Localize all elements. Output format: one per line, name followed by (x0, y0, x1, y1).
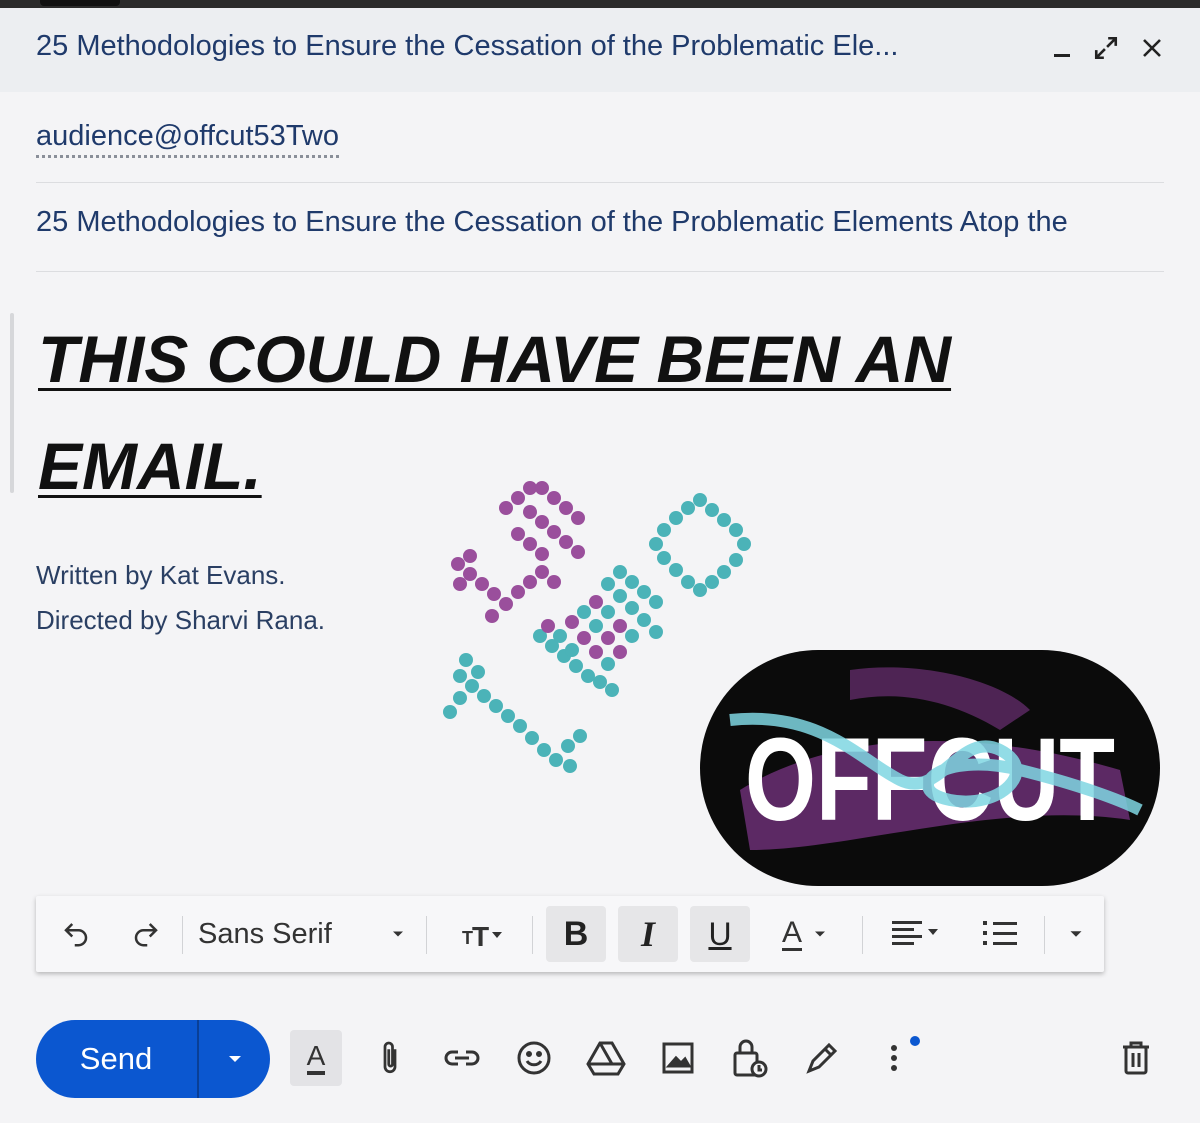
toolbar-separator (1044, 916, 1045, 954)
font-dropdown-icon (393, 931, 403, 937)
logo-purple-dots (451, 481, 585, 623)
close-icon[interactable] (1134, 30, 1170, 66)
align-icon[interactable] (878, 906, 954, 962)
undo-icon[interactable] (54, 906, 98, 962)
more-formatting-icon[interactable] (1056, 906, 1096, 962)
send-button[interactable]: Send (36, 1020, 196, 1098)
underline-icon[interactable]: U (690, 906, 750, 962)
trash-icon[interactable] (1110, 1030, 1162, 1086)
drive-icon[interactable] (580, 1030, 632, 1086)
toolbar-separator (426, 916, 427, 954)
redo-icon[interactable] (124, 906, 168, 962)
link-icon[interactable] (436, 1030, 488, 1086)
logo-mixed-dots (541, 595, 639, 671)
send-options-dropdown[interactable] (199, 1020, 270, 1098)
signature-pen-icon[interactable] (796, 1030, 848, 1086)
notification-dot (910, 1036, 920, 1046)
body-scroll-indicator (10, 313, 14, 493)
subject-divider (36, 271, 1164, 272)
headline-line-1: THIS COULD HAVE BEEN AN (38, 322, 952, 396)
confidential-lock-icon[interactable] (724, 1030, 776, 1086)
toolbar-separator (532, 916, 533, 954)
numbered-list-icon[interactable] (972, 906, 1028, 962)
font-family-dropdown[interactable]: Sans Serif (198, 906, 408, 962)
chevron-down-icon (228, 1056, 241, 1062)
recipient-divider (36, 182, 1164, 183)
svg-text:T: T (472, 921, 489, 950)
compose-window: 25 Methodologies to Ensure the Cessation… (0, 8, 1200, 1123)
top-notch (40, 0, 120, 6)
credit-directed: Directed by Sharvi Rana. (36, 605, 326, 635)
italic-icon[interactable]: I (618, 906, 678, 962)
credit-written: Written by Kat Evans. (36, 560, 286, 590)
toolbar-separator (182, 916, 183, 954)
emoji-icon[interactable] (508, 1030, 560, 1086)
recipient-chip[interactable]: audience@offcut53Two (36, 120, 339, 158)
minimize-icon[interactable] (1044, 30, 1080, 66)
top-strip (0, 0, 1200, 8)
photo-icon[interactable] (652, 1030, 704, 1086)
send-button-group: Send (36, 1020, 270, 1098)
expand-icon[interactable] (1088, 30, 1124, 66)
text-size-icon[interactable]: TT (444, 906, 520, 962)
formatting-toolbar: Sans Serif TT B I U A (36, 896, 1104, 972)
text-color-icon[interactable]: A (766, 906, 846, 962)
attach-icon[interactable] (364, 1030, 416, 1086)
offcut-logo: OFFCUT (700, 650, 1160, 886)
font-family-label: Sans Serif (198, 917, 332, 950)
bold-icon[interactable]: B (546, 906, 606, 962)
subject-field[interactable]: 25 Methodologies to Ensure the Cessation… (36, 206, 1164, 239)
formatting-toggle-icon[interactable]: A (290, 1030, 342, 1086)
toolbar-separator (862, 916, 863, 954)
compose-titlebar[interactable]: 25 Methodologies to Ensure the Cessation… (0, 8, 1200, 92)
compose-title: 25 Methodologies to Ensure the Cessation… (36, 30, 899, 62)
